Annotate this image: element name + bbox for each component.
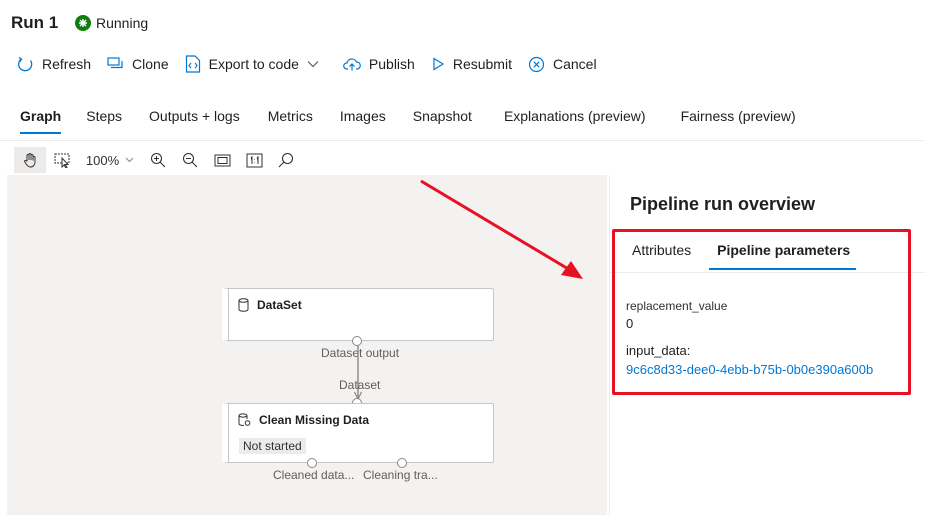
node-status-badge: Not started	[239, 438, 306, 454]
zoom-in-icon	[150, 152, 166, 168]
tab-fairness[interactable]: Fairness (preview)	[681, 108, 796, 134]
tab-outputs-logs[interactable]: Outputs + logs	[149, 108, 240, 134]
clone-icon	[107, 57, 123, 69]
cleaned-data-label: Cleaned data...	[273, 468, 355, 482]
export-label: Export to code	[208, 56, 299, 72]
edge-label: Dataset	[339, 378, 381, 392]
param-name-input-data: input_data:	[626, 343, 691, 358]
refresh-button[interactable]: Refresh	[17, 56, 91, 73]
module-icon	[238, 413, 251, 426]
search-icon	[278, 152, 294, 168]
refresh-label: Refresh	[42, 56, 92, 72]
pan-tool-button[interactable]	[14, 147, 46, 173]
tab-explanations[interactable]: Explanations (preview)	[504, 108, 646, 134]
param-name-replacement-value: replacement_value	[626, 299, 728, 313]
run-title: Run 1	[11, 13, 59, 32]
resubmit-button[interactable]: Resubmit	[431, 56, 512, 72]
status-label: Running	[96, 15, 149, 31]
export-to-code-button[interactable]: Export to code	[185, 55, 327, 73]
annotation-arrow	[420, 179, 583, 279]
cancel-icon	[528, 56, 545, 72]
select-cursor-icon	[54, 153, 69, 168]
publish-label: Publish	[368, 56, 415, 72]
tab-snapshot[interactable]: Snapshot	[413, 108, 472, 134]
clone-button[interactable]: Clone	[107, 56, 169, 72]
panel-tabs-divider	[610, 272, 925, 273]
action-toolbar: Refresh Clone Export to code Publish Res…	[17, 55, 613, 73]
clone-label: Clone	[132, 56, 169, 72]
resubmit-label: Resubmit	[452, 56, 512, 72]
fit-to-screen-button[interactable]	[206, 147, 238, 173]
cleaning-transform-port[interactable]	[397, 458, 407, 468]
clean-node-label: Clean Missing Data	[259, 413, 370, 427]
run-status: Running	[75, 15, 148, 31]
run-tabs: Graph Steps Outputs + logs Metrics Image…	[20, 108, 796, 134]
clean-node-title: Clean Missing Data	[238, 413, 369, 427]
refresh-icon	[18, 56, 33, 71]
chevron-down-icon	[307, 61, 319, 68]
zoom-in-button[interactable]	[142, 147, 174, 173]
cleaned-data-port[interactable]	[307, 458, 317, 468]
zoom-dropdown[interactable]: 100%	[80, 153, 140, 168]
canvas-toolbar: 100%	[14, 146, 302, 174]
cancel-label: Cancel	[552, 56, 597, 72]
panel-tabs: Attributes Pipeline parameters	[632, 242, 876, 270]
publish-button[interactable]: Publish	[343, 56, 415, 72]
tab-pipeline-parameters[interactable]: Pipeline parameters	[709, 242, 857, 270]
database-icon	[238, 298, 249, 312]
tab-metrics[interactable]: Metrics	[268, 108, 313, 134]
play-icon	[433, 57, 444, 71]
fit-screen-icon	[214, 154, 230, 166]
zoom-out-icon	[182, 152, 198, 168]
param-value-input-data-link[interactable]: 9c6c8d33-dee0-4ebb-b75b-0b0e390a600b	[626, 362, 873, 377]
dataset-node[interactable]: DataSet	[222, 288, 494, 341]
chevron-down-icon	[125, 157, 134, 163]
pipeline-overview-panel: Pipeline run overview Attributes Pipelin…	[609, 175, 925, 515]
zoom-value: 100%	[85, 152, 120, 168]
tab-graph[interactable]: Graph	[20, 108, 62, 134]
clean-missing-data-node[interactable]: Clean Missing Data Not started	[222, 403, 494, 463]
cancel-button[interactable]: Cancel	[528, 56, 597, 73]
graph-edge	[353, 345, 363, 401]
running-icon	[75, 15, 91, 31]
actual-size-button[interactable]	[238, 147, 270, 173]
tab-attributes[interactable]: Attributes	[632, 242, 691, 270]
code-file-icon	[185, 55, 200, 73]
search-button[interactable]	[270, 147, 302, 173]
actual-size-icon	[246, 153, 262, 167]
panel-title: Pipeline run overview	[630, 194, 816, 214]
tab-steps[interactable]: Steps	[86, 108, 122, 134]
hand-icon	[24, 153, 36, 168]
dataset-node-title: DataSet	[238, 298, 302, 312]
select-tool-button[interactable]	[46, 147, 78, 173]
dataset-node-label: DataSet	[257, 298, 302, 312]
zoom-out-button[interactable]	[174, 147, 206, 173]
tab-images[interactable]: Images	[340, 108, 386, 134]
param-value-replacement-value: 0	[626, 316, 634, 331]
cleaning-transform-label: Cleaning tra...	[363, 468, 438, 482]
cloud-upload-icon	[343, 58, 361, 71]
tabs-divider	[0, 140, 925, 141]
